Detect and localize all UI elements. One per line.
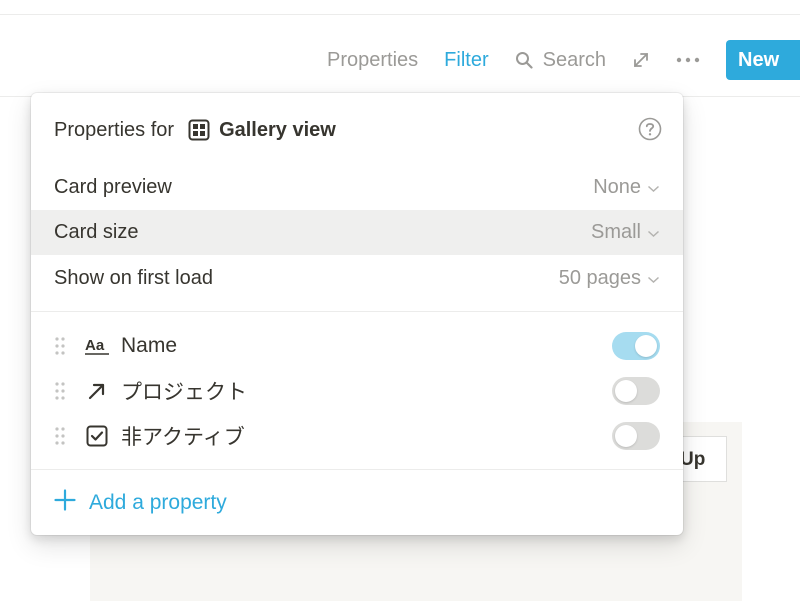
toggle-knob xyxy=(615,424,637,447)
chevron-down-icon xyxy=(641,221,660,244)
chevron-down-icon xyxy=(641,176,660,199)
option-label: Card size xyxy=(54,221,139,243)
property-row-name: Aa Name xyxy=(31,323,683,368)
top-divider xyxy=(0,14,800,15)
gallery-card-label: Up xyxy=(680,449,706,470)
panel-header: Properties for Gallery view xyxy=(54,115,336,145)
toggle-knob xyxy=(635,334,657,357)
text-type-icon: Aa xyxy=(85,336,109,356)
relation-arrow-icon xyxy=(85,381,109,401)
filter-button[interactable]: Filter xyxy=(444,49,488,72)
property-row-inactive: 非アクティブ xyxy=(31,413,683,458)
plus-icon xyxy=(54,489,89,517)
drag-handle-icon[interactable] xyxy=(54,336,68,356)
card-preview-row[interactable]: Card preview None xyxy=(31,165,683,210)
show-on-first-load-row[interactable]: Show on first load 50 pages xyxy=(31,256,683,301)
card-size-row[interactable]: Card size Small xyxy=(31,210,683,255)
option-label: Show on first load xyxy=(54,267,213,289)
checkbox-icon xyxy=(85,425,109,447)
expand-icon xyxy=(632,51,650,69)
search-icon xyxy=(515,51,533,69)
search-button[interactable]: Search xyxy=(515,49,606,72)
view-name: Gallery view xyxy=(219,118,336,141)
add-property-label: Add a property xyxy=(89,491,227,514)
more-icon xyxy=(676,57,700,63)
option-label: Card preview xyxy=(54,176,172,198)
option-value: 50 pages xyxy=(559,267,660,290)
add-property-button[interactable]: Add a property xyxy=(54,486,227,520)
gallery-view-icon xyxy=(188,119,210,141)
help-icon[interactable] xyxy=(638,117,662,146)
more-button[interactable] xyxy=(676,57,700,63)
drag-handle-icon[interactable] xyxy=(54,426,68,446)
property-name: 非アクティブ xyxy=(121,425,245,449)
option-value-text: 50 pages xyxy=(558,267,641,289)
property-name: Name xyxy=(121,333,178,357)
properties-panel: Properties for Gallery view Card preview… xyxy=(31,93,683,535)
chevron-down-icon xyxy=(641,267,660,290)
option-value: Small xyxy=(591,221,660,244)
properties-button[interactable]: Properties xyxy=(327,49,418,72)
options-divider xyxy=(31,311,683,312)
visibility-toggle[interactable] xyxy=(612,421,660,450)
property-row-project: プロジェクト xyxy=(31,368,683,413)
visibility-toggle[interactable] xyxy=(612,331,660,360)
option-value: None xyxy=(593,176,660,199)
new-label: New xyxy=(738,48,780,71)
filter-label: Filter xyxy=(444,48,489,71)
option-value-text: None xyxy=(593,176,641,198)
view-toolbar: Properties Filter Search New xyxy=(327,38,800,82)
expand-button[interactable] xyxy=(632,51,650,69)
new-button[interactable]: New xyxy=(726,40,800,80)
properties-label: Properties xyxy=(327,48,419,71)
drag-handle-icon[interactable] xyxy=(54,381,68,401)
panel-header-label: Properties for xyxy=(54,118,175,141)
svg-text:Aa: Aa xyxy=(85,337,105,354)
toggle-knob xyxy=(615,379,637,402)
property-name: プロジェクト xyxy=(121,380,247,404)
visibility-toggle[interactable] xyxy=(612,376,660,405)
properties-divider xyxy=(31,469,683,470)
option-value-text: Small xyxy=(590,221,641,243)
search-label: Search xyxy=(542,48,606,71)
